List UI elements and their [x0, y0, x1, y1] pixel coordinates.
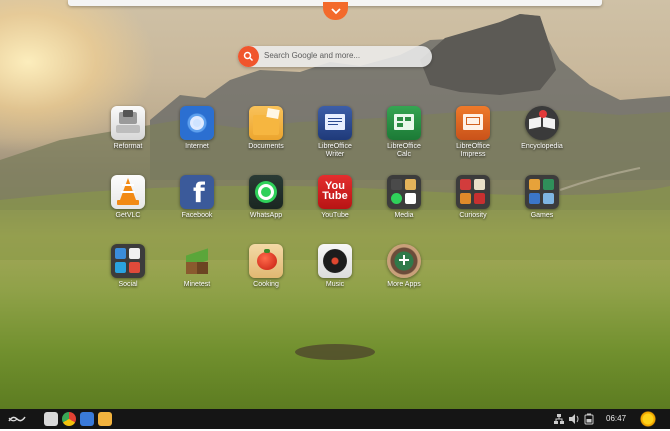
app-label: Cooking: [253, 281, 279, 288]
app-label: Music: [325, 281, 345, 288]
app-label: WhatsApp: [249, 212, 283, 219]
app-label: Curiosity: [459, 212, 487, 219]
app-label: Social: [118, 281, 138, 288]
app-encyclopedia[interactable]: Encyclopedia: [506, 106, 578, 151]
vlc-icon: [111, 175, 145, 209]
youtube-logo-tube: Tube: [322, 190, 348, 202]
app-minetest[interactable]: Minetest: [161, 244, 233, 289]
impress-icon: [456, 106, 490, 140]
cooking-icon: [249, 244, 283, 278]
app-curiosity[interactable]: Curiosity: [437, 175, 509, 220]
browser-icon[interactable]: [80, 412, 94, 426]
app-label: Games: [530, 212, 554, 219]
app-label: Internet: [185, 143, 209, 150]
app-media[interactable]: Media: [368, 175, 440, 220]
app-label: Facebook: [181, 212, 213, 219]
folder-icon: [249, 106, 283, 140]
app-libreoffice-writer[interactable]: LibreOffice Writer: [299, 106, 371, 159]
app-youtube[interactable]: You Tube YouTube: [299, 175, 371, 220]
minetest-icon: [180, 244, 214, 278]
app-music[interactable]: Music: [299, 244, 371, 289]
app-cooking[interactable]: Cooking: [230, 244, 302, 289]
battery-icon[interactable]: [584, 413, 594, 425]
games-folder-icon: [525, 175, 559, 209]
app-internet[interactable]: Internet: [161, 106, 233, 151]
app-reformat[interactable]: Reformat: [92, 106, 164, 151]
app-label: YouTube: [321, 212, 349, 219]
encyclopedia-icon: [525, 106, 559, 140]
search-bar[interactable]: Search Google and more...: [238, 46, 432, 67]
app-libreoffice-impress[interactable]: LibreOffice Impress: [437, 106, 509, 159]
volume-icon[interactable]: [568, 413, 580, 425]
chrome-icon[interactable]: [62, 412, 76, 426]
search-icon: [243, 51, 254, 62]
app-facebook[interactable]: f Facebook: [161, 175, 233, 220]
show-desktop-icon[interactable]: [8, 412, 26, 426]
app-label: LibreOffice Impress: [456, 143, 490, 158]
search-button[interactable]: [238, 46, 259, 67]
app-documents[interactable]: Documents: [230, 106, 302, 151]
youtube-icon: You Tube: [318, 175, 352, 209]
music-icon: [318, 244, 352, 278]
chevron-down-icon: [330, 7, 341, 14]
writer-icon: [318, 106, 352, 140]
user-sun-icon[interactable]: [640, 411, 656, 427]
app-whatsapp[interactable]: WhatsApp: [230, 175, 302, 220]
clock[interactable]: 06:47: [606, 414, 626, 423]
app-libreoffice-calc[interactable]: LibreOffice Calc: [368, 106, 440, 159]
app-label: GetVLC: [115, 212, 141, 219]
social-folder-icon: [111, 244, 145, 278]
app-more-apps[interactable]: More Apps: [368, 244, 440, 289]
app-label: Reformat: [113, 143, 143, 150]
folder-icon[interactable]: [98, 412, 112, 426]
whatsapp-icon: [249, 175, 283, 209]
app-label: More Apps: [387, 281, 421, 288]
calc-icon: [387, 106, 421, 140]
media-folder-icon: [387, 175, 421, 209]
facebook-icon: f: [180, 175, 214, 209]
curiosity-folder-icon: [456, 175, 490, 209]
files-icon[interactable]: [44, 412, 58, 426]
app-games[interactable]: Games: [506, 175, 578, 220]
app-label: Minetest: [183, 281, 211, 288]
app-getvlc[interactable]: GetVLC: [92, 175, 164, 220]
network-icon[interactable]: [553, 413, 565, 425]
app-label: Encyclopedia: [521, 143, 563, 150]
search-input[interactable]: Search Google and more...: [264, 51, 360, 60]
app-label: LibreOffice Calc: [387, 143, 421, 158]
facebook-logo-text: f: [193, 178, 205, 209]
app-label: LibreOffice Writer: [318, 143, 352, 158]
taskbar: 06:47: [0, 409, 670, 429]
app-label: Documents: [248, 143, 284, 150]
chromium-icon: [180, 106, 214, 140]
app-label: Media: [394, 212, 414, 219]
app-store-icon: [387, 244, 421, 278]
app-social[interactable]: Social: [92, 244, 164, 289]
reformat-icon: [111, 106, 145, 140]
